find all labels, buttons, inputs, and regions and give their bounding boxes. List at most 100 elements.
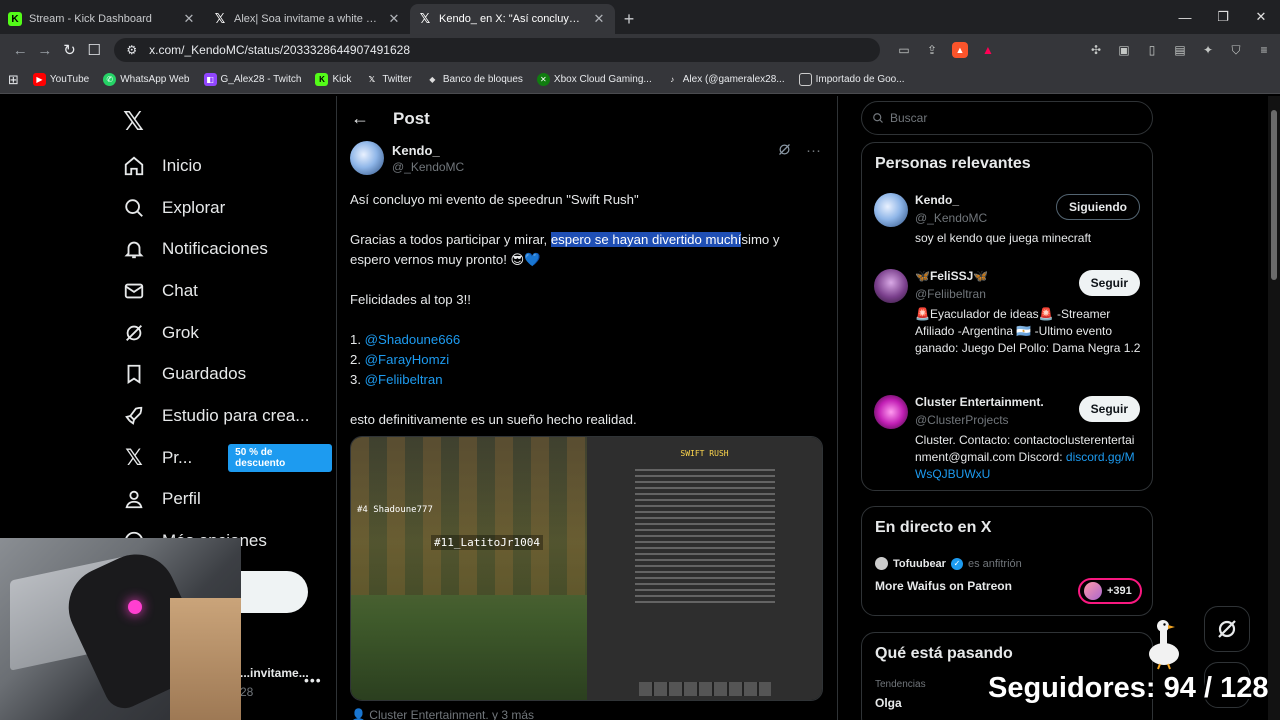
follow-button[interactable]: Seguir	[1078, 396, 1140, 422]
rewards-icon[interactable]: ▲	[980, 42, 996, 58]
bookmark-banco-bloques[interactable]: ◆ Banco de bloques	[426, 73, 523, 86]
leo-icon[interactable]: ✦	[1200, 42, 1216, 58]
post-media[interactable]: #4 Shadoune777 #11_LatitoJr1004 SWIFT RU…	[350, 436, 823, 701]
whatsapp-icon: ✆	[103, 73, 117, 86]
sidebar-item-chat[interactable]: Chat	[122, 270, 332, 312]
vpn-icon[interactable]: ⛉	[1228, 42, 1244, 58]
scrollbar-thumb[interactable]	[1271, 110, 1277, 280]
tagged-users[interactable]: 👤 Cluster Entertainment. y 3 más	[351, 708, 534, 720]
sidebar-item-inicio[interactable]: Inicio	[122, 145, 332, 187]
person-bio: 🚨Eyaculador de ideas🚨 -Streamer Afiliado…	[915, 307, 1141, 355]
live-space-title[interactable]: More Waifus on Patreon	[875, 579, 1012, 593]
site-info-icon[interactable]: ⚙	[126, 43, 137, 57]
avatar[interactable]	[874, 269, 908, 303]
following-button[interactable]: Siguiendo	[1056, 194, 1140, 220]
person-name[interactable]: Cluster Entertainment.	[915, 395, 1044, 409]
url-input[interactable]: ⚙ x.com/_KendoMC/status/2033328644907491…	[114, 38, 880, 62]
person-handle: @Feliibeltran	[915, 287, 986, 301]
more-options-icon[interactable]: ···	[806, 142, 821, 161]
tab-label: Stream - Kick Dashboard	[29, 13, 152, 25]
x-icon: 𝕏	[368, 75, 376, 84]
sidebar-item-guardados[interactable]: Guardados	[122, 353, 332, 395]
tab-alex-post[interactable]: 𝕏 Alex| Soa invitame a white Rooms Ve ✕	[205, 4, 410, 34]
grok-icon	[122, 321, 146, 345]
account-name[interactable]: ...invitame...	[240, 666, 309, 680]
account-more-icon[interactable]: •••	[304, 672, 322, 688]
avatar[interactable]	[874, 193, 908, 227]
follow-button[interactable]: Seguir	[1078, 270, 1140, 296]
cast-icon[interactable]: ▭	[896, 42, 912, 58]
sidebar-item-premium[interactable]: 𝕏 Pr... 50 % de descuento	[122, 437, 332, 479]
close-icon[interactable]: ✕	[591, 11, 607, 27]
menu-icon[interactable]: ≡	[1256, 42, 1272, 58]
live-listeners[interactable]: +391	[1078, 578, 1142, 604]
sidebar-item-notificaciones[interactable]: Notificaciones	[122, 228, 332, 270]
bookmark-label: Kick	[332, 74, 352, 85]
mention-link[interactable]: @Feliibeltran	[365, 372, 443, 387]
bookmark-whatsapp[interactable]: ✆ WhatsApp Web	[103, 73, 190, 86]
bookmark-star-icon[interactable]: ☐	[82, 41, 107, 59]
avatar	[1084, 582, 1102, 600]
post-line: Felicidades al top 3!!	[350, 292, 471, 307]
person-item[interactable]: Cluster Entertainment. @ClusterProjects …	[874, 395, 1142, 487]
bookmark-twitter[interactable]: 𝕏 Twitter	[365, 73, 412, 86]
post-header: ← Post	[351, 108, 430, 129]
live-host[interactable]: Tofuubear ✓ es anfitrión	[875, 557, 1022, 570]
tab-kendo-post[interactable]: 𝕏 Kendo_ en X: "Así concluyo mi e ✕	[410, 4, 615, 34]
extensions-icon[interactable]: ✣	[1088, 42, 1104, 58]
maximize-icon[interactable]: ❐	[1204, 0, 1242, 34]
x-logo-icon[interactable]: 𝕏	[123, 106, 144, 137]
person-name[interactable]: 🦋FeliSSJ🦋	[915, 269, 988, 283]
close-icon[interactable]: ✕	[386, 11, 402, 27]
close-window-icon[interactable]: ✕	[1242, 0, 1280, 34]
apps-icon[interactable]: ⊞	[8, 72, 19, 88]
bookmark-xbox[interactable]: ✕ Xbox Cloud Gaming...	[536, 73, 652, 86]
avatar[interactable]	[350, 141, 384, 175]
reload-icon[interactable]: ↻	[57, 41, 82, 59]
author-handle[interactable]: @_KendoMC	[392, 160, 464, 174]
share-icon[interactable]: ⇪	[924, 42, 940, 58]
search-input[interactable]: Buscar	[861, 101, 1153, 135]
bookmark-twitch[interactable]: ◧ G_Alex28 - Twitch	[203, 73, 302, 86]
sidebar-item-explorar[interactable]: Explorar	[122, 187, 332, 229]
forward-icon[interactable]: →	[33, 42, 58, 59]
bookmark-kick[interactable]: K Kick	[315, 73, 351, 86]
tab-kick-dashboard[interactable]: K Stream - Kick Dashboard ✕	[0, 4, 205, 34]
sidebar-toggle-icon[interactable]: ▯	[1144, 42, 1160, 58]
new-tab-button[interactable]: +	[615, 4, 643, 34]
sidebar-item-grok[interactable]: Grok	[122, 312, 332, 354]
bookmark-youtube[interactable]: ▶ YouTube	[32, 73, 90, 86]
grok-icon[interactable]	[777, 142, 792, 161]
trend-name[interactable]: Olga	[875, 696, 902, 710]
minimize-icon[interactable]: —	[1166, 0, 1204, 34]
grok-button[interactable]	[1204, 606, 1250, 652]
media-scoreboard-image[interactable]: SWIFT RUSH	[587, 437, 822, 700]
back-arrow-icon[interactable]: ←	[351, 108, 369, 129]
page-scrollbar[interactable]	[1268, 96, 1280, 720]
back-icon[interactable]: ←	[8, 42, 33, 59]
close-icon[interactable]: ✕	[181, 11, 197, 27]
tab-strip: K Stream - Kick Dashboard ✕ 𝕏 Alex| Soa …	[0, 0, 1280, 34]
mention-link[interactable]: @Shadoune666	[365, 332, 461, 347]
person-name[interactable]: Kendo_	[915, 193, 959, 207]
media-gameplay-image[interactable]: #4 Shadoune777 #11_LatitoJr1004	[351, 437, 587, 700]
relevant-people-card: Personas relevantes Kendo_ @_KendoMC soy…	[861, 142, 1153, 491]
bookmark-tiktok[interactable]: ♪ Alex (@gameralex28...	[666, 73, 784, 86]
avatar[interactable]	[874, 395, 908, 429]
brave-shield-icon[interactable]: ▲	[952, 42, 968, 58]
person-item[interactable]: 🦋FeliSSJ🦋 @Feliibeltran 🚨Eyaculador de i…	[874, 269, 1142, 379]
post-author[interactable]: Kendo_ @_KendoMC	[350, 141, 464, 175]
author-name[interactable]: Kendo_	[392, 143, 464, 158]
bell-icon	[122, 237, 146, 261]
screenshot-icon[interactable]: ▣	[1116, 42, 1132, 58]
mention-link[interactable]: @FarayHomzi	[365, 352, 449, 367]
bookmark-label: G_Alex28 - Twitch	[220, 74, 302, 85]
bookmark-label: YouTube	[49, 74, 90, 85]
person-item[interactable]: Kendo_ @_KendoMC soy el kendo que juega …	[874, 193, 1142, 253]
bookmark-folder[interactable]: Importado de Goo...	[798, 73, 905, 86]
sidebar-item-estudio[interactable]: Estudio para crea...	[122, 395, 332, 437]
wallet-icon[interactable]: ▤	[1172, 42, 1188, 58]
post-button[interactable]	[240, 571, 308, 613]
sidebar-item-perfil[interactable]: Perfil	[122, 479, 332, 521]
sidebar-item-label: Pr...	[161, 447, 193, 467]
